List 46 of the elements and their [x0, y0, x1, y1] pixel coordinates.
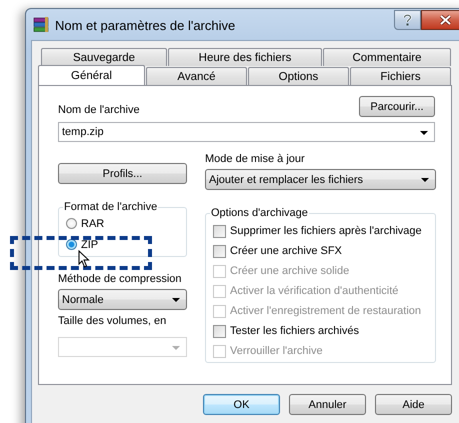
- close-button[interactable]: [421, 10, 459, 30]
- cursor-icon: [78, 250, 90, 268]
- checkbox-label: Tester les fichiers archivés: [230, 325, 359, 337]
- field-label: Mode de mise à jour: [205, 153, 306, 166]
- dropdown-arrow-icon: [421, 178, 429, 182]
- checkbox[interactable]: [213, 244, 226, 258]
- window-title: Nom et paramètres de l'archive: [55, 18, 236, 33]
- tab[interactable]: Sauvegarde: [41, 48, 167, 66]
- browse-button[interactable]: Parcourir...: [359, 96, 435, 117]
- tab[interactable]: Commentaire: [323, 48, 451, 66]
- checkbox[interactable]: [213, 224, 226, 238]
- group-label: Options d'archivage: [210, 207, 309, 219]
- dropdown-arrow-icon: [172, 298, 180, 302]
- help-icon: [403, 14, 412, 26]
- tab[interactable]: Fichiers: [350, 67, 451, 85]
- radio-button[interactable]: [66, 218, 77, 229]
- radio-label: RAR: [81, 218, 104, 230]
- update-mode-dropdown[interactable]: Ajouter et remplacer les fichiers: [205, 169, 436, 190]
- tab[interactable]: Options: [248, 67, 349, 85]
- dropdown-arrow-icon: [420, 131, 428, 135]
- compression-dropdown[interactable]: Normale: [58, 289, 187, 310]
- field-label: Méthode de compression: [58, 273, 183, 286]
- help-button[interactable]: [394, 10, 421, 30]
- books-icon: [33, 16, 50, 32]
- dialog-button[interactable]: Aide: [375, 394, 452, 415]
- profiles-button[interactable]: Profils...: [58, 163, 187, 184]
- group-label: Format de l'archive: [63, 201, 158, 213]
- field-label: Taille des volumes, en: [58, 315, 168, 328]
- tab[interactable]: Heure des fichiers: [168, 48, 322, 66]
- close-icon: [440, 15, 450, 25]
- checkbox-label: Créer une archive solide: [230, 265, 350, 277]
- dialog-button[interactable]: OK: [203, 394, 280, 415]
- field-label: Nom de l'archive: [58, 104, 140, 117]
- radio-label: ZIP: [81, 238, 98, 250]
- dropdown-arrow-icon: [172, 346, 180, 350]
- checkbox-label: Supprimer les fichiers après l'archivage: [230, 225, 422, 237]
- checkbox-label: Activer l'enregistrement de restauration: [230, 305, 422, 317]
- checkbox-label: Verrouiller l'archive: [230, 345, 323, 357]
- checkbox-label: Activer la vérification d'authenticité: [230, 285, 398, 297]
- dialog-button[interactable]: Annuler: [289, 394, 366, 415]
- archive-name-combo[interactable]: temp.zip: [58, 122, 435, 142]
- checkbox[interactable]: [213, 324, 226, 338]
- checkbox-label: Créer une archive SFX: [230, 245, 342, 257]
- tab[interactable]: Général: [38, 65, 145, 85]
- tab[interactable]: Avancé: [146, 67, 247, 85]
- radio-button[interactable]: [66, 239, 77, 250]
